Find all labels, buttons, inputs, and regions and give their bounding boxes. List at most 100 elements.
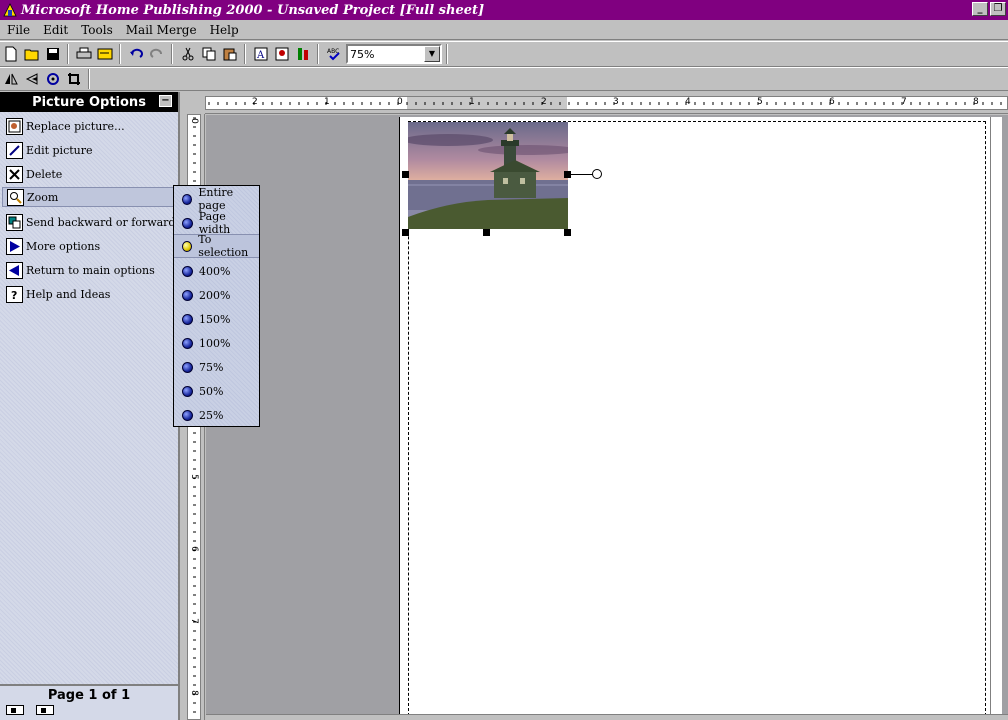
resize-handle[interactable] <box>402 229 409 236</box>
paste-icon[interactable] <box>219 44 240 64</box>
arrow-right-icon <box>6 237 23 255</box>
zoom-150[interactable]: 150% <box>174 307 259 331</box>
resize-handle[interactable] <box>564 229 571 236</box>
resize-handle[interactable] <box>564 171 571 178</box>
option-label: Delete <box>26 167 63 181</box>
flip-icon[interactable] <box>0 69 21 89</box>
ruler-label: 0 <box>189 118 199 124</box>
standard-toolbar: A ABC 75% ▼ <box>0 41 1008 67</box>
option-return-main-options[interactable]: Return to main options <box>6 260 155 280</box>
zoom-25[interactable]: 25% <box>174 403 259 427</box>
layer-order-icon <box>6 213 23 231</box>
spelling-icon[interactable]: ABC <box>323 44 344 64</box>
print-icon[interactable] <box>73 44 94 64</box>
title-bar: Microsoft Home Publishing 2000 - Unsaved… <box>0 0 1008 20</box>
page-navigator: Page 1 of 1 <box>0 684 178 720</box>
collapse-panel-button[interactable]: − <box>159 95 172 107</box>
ruler-label: 1 <box>469 97 475 107</box>
copy-icon[interactable] <box>198 44 219 64</box>
zoom-entire-page[interactable]: Entire page <box>174 186 259 212</box>
text-box-icon[interactable]: A <box>250 44 271 64</box>
lighthouse-picture[interactable] <box>408 122 568 229</box>
toolbar-separator <box>88 69 90 89</box>
picture-options-panel: Picture Options − Replace picture... Edi… <box>0 92 180 720</box>
zoom-item-label: 25% <box>199 408 224 422</box>
bullet-icon <box>182 337 193 349</box>
save-icon[interactable] <box>42 44 63 64</box>
zoom-100[interactable]: 100% <box>174 331 259 355</box>
bullet-icon <box>182 409 193 421</box>
option-edit-picture[interactable]: Edit picture <box>6 140 93 160</box>
toolbar-separator <box>317 44 319 64</box>
option-label: Edit picture <box>26 143 93 157</box>
option-help-and-ideas[interactable]: ? Help and Ideas <box>6 284 110 304</box>
zoom-50[interactable]: 50% <box>174 379 259 403</box>
option-more-options[interactable]: More options <box>6 236 100 256</box>
zoom-200[interactable]: 200% <box>174 283 259 307</box>
edit-pencil-icon <box>6 141 23 159</box>
resize-handle[interactable] <box>402 171 409 178</box>
option-label: Return to main options <box>26 263 155 277</box>
minimize-button[interactable]: _ <box>972 2 988 16</box>
rotate-left-icon[interactable] <box>21 69 42 89</box>
resize-handle[interactable] <box>483 229 490 236</box>
option-replace-picture[interactable]: Replace picture... <box>6 116 125 136</box>
page-thumbnail[interactable] <box>6 705 24 715</box>
canvas-workspace[interactable] <box>206 115 1008 720</box>
bullet-icon <box>182 313 193 325</box>
cut-icon[interactable] <box>177 44 198 64</box>
zoom-item-label: 400% <box>199 264 231 278</box>
menu-help[interactable]: Help <box>203 23 245 37</box>
panel-header: Picture Options − <box>0 92 178 112</box>
menu-tools[interactable]: Tools <box>74 23 119 37</box>
menu-mail-merge[interactable]: Mail Merge <box>119 23 203 37</box>
document-page[interactable] <box>399 117 1002 720</box>
bullet-icon <box>182 385 193 397</box>
new-icon[interactable] <box>0 44 21 64</box>
option-send-backward-forward[interactable]: Send backward or forward <box>6 212 175 232</box>
option-delete[interactable]: Delete <box>6 164 62 184</box>
bullet-icon <box>182 265 193 277</box>
menu-edit[interactable]: Edit <box>36 23 74 37</box>
option-label: Replace picture... <box>26 119 125 133</box>
horizontal-scrollbar[interactable] <box>206 714 1008 720</box>
ruler-label: 7 <box>901 97 907 107</box>
zoom-dropdown[interactable]: 75% ▼ <box>346 44 442 64</box>
zoom-to-selection[interactable]: To selection <box>174 233 259 259</box>
zoom-item-label: 150% <box>199 312 231 326</box>
ruler-label: 4 <box>685 97 691 107</box>
zoom-75[interactable]: 75% <box>174 355 259 379</box>
menu-file[interactable]: File <box>0 23 36 37</box>
toolbar-separator <box>67 44 69 64</box>
chevron-down-icon[interactable]: ▼ <box>424 46 440 62</box>
rotate-icon[interactable] <box>42 69 63 89</box>
zoom-value: 75% <box>350 47 375 61</box>
option-label: Help and Ideas <box>26 287 111 301</box>
zoom-submenu: Entire page Page width To selection 400%… <box>173 185 260 427</box>
zoom-page-width[interactable]: Page width <box>174 210 259 236</box>
rotation-handle[interactable] <box>592 169 602 179</box>
print-preview-icon[interactable] <box>94 44 115 64</box>
option-zoom[interactable]: Zoom <box>2 187 174 207</box>
undo-icon[interactable] <box>125 44 146 64</box>
option-label: Send backward or forward <box>26 215 176 229</box>
toolbar-separator <box>446 44 448 64</box>
panel-title: Picture Options <box>32 94 146 110</box>
redo-icon[interactable] <box>146 44 167 64</box>
replace-picture-icon <box>6 117 23 135</box>
crop-icon[interactable] <box>63 69 84 89</box>
restore-button[interactable]: ❐ <box>990 2 1006 16</box>
app-icon[interactable] <box>2 2 18 18</box>
delete-x-icon <box>6 165 23 183</box>
open-icon[interactable] <box>21 44 42 64</box>
zoom-400[interactable]: 400% <box>174 259 259 283</box>
horizontal-ruler[interactable]: 2 1 0 1 2 3 4 5 6 7 8 <box>205 94 1008 114</box>
format-painter-icon[interactable] <box>292 44 313 64</box>
bullet-icon <box>182 240 193 252</box>
picture-toolbar <box>0 67 1008 91</box>
bullet-icon <box>182 193 193 205</box>
toolbar-separator <box>171 44 173 64</box>
page-thumbnail[interactable] <box>36 705 54 715</box>
insert-picture-icon[interactable] <box>271 44 292 64</box>
ruler-label: 5 <box>757 97 763 107</box>
